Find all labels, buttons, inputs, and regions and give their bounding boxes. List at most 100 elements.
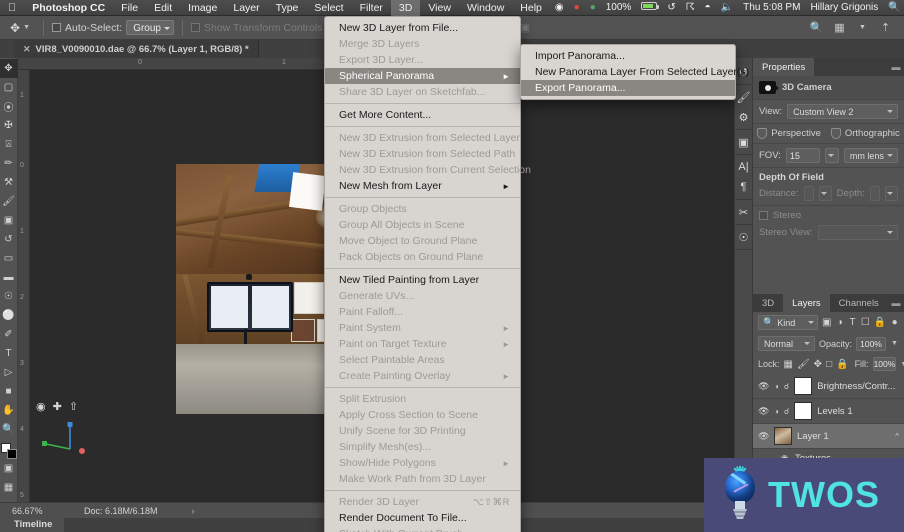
- zoom-level-label[interactable]: 66.67%: [0, 506, 70, 516]
- tab-layers[interactable]: Layers: [783, 294, 830, 312]
- filter-toggle-icon[interactable]: ●: [890, 316, 899, 330]
- shield-icon[interactable]: ●: [585, 0, 601, 16]
- depth-stepper[interactable]: [884, 186, 898, 201]
- tab-timeline[interactable]: Timeline: [0, 517, 65, 532]
- current-tool-move-icon[interactable]: ✥ ▼: [5, 21, 35, 35]
- crop-tool[interactable]: ⍓: [0, 135, 18, 154]
- vertical-ruler[interactable]: 1 0 1 2 3 4 5: [18, 70, 30, 502]
- menu-item-pack-objects-on-ground-plane[interactable]: Pack Objects on Ground Plane: [325, 249, 520, 265]
- collapse-icon[interactable]: ▬: [888, 58, 904, 76]
- menu-item-paint-on-target-texture[interactable]: Paint on Target Texture ►: [325, 336, 520, 352]
- menu-item-paint-system[interactable]: Paint System ►: [325, 320, 520, 336]
- volume-icon[interactable]: 🔈: [716, 0, 738, 16]
- distance-input[interactable]: [803, 186, 814, 201]
- link-icon[interactable]: ☌: [784, 382, 789, 391]
- path-selection-tool[interactable]: ▷: [0, 363, 18, 382]
- record-icon[interactable]: ●: [569, 0, 585, 16]
- menu-file[interactable]: File: [113, 0, 146, 16]
- dropbox-icon[interactable]: ◉: [550, 0, 569, 16]
- menu-layer[interactable]: Layer: [225, 0, 267, 16]
- quick-mask-tool[interactable]: ▣: [0, 459, 18, 478]
- distance-stepper[interactable]: [818, 186, 832, 201]
- blur-tool[interactable]: ☉: [0, 287, 18, 306]
- menu-item-new-tiled-painting-from-layer[interactable]: New Tiled Painting from Layer: [325, 272, 520, 288]
- menu-item-share-3d-layer-on-sketchfab[interactable]: Share 3D Layer on Sketchfab...: [325, 84, 520, 100]
- brush-presets-icon[interactable]: 🖌: [734, 87, 753, 107]
- timemachine-icon[interactable]: ↺: [662, 0, 680, 16]
- tab-properties[interactable]: Properties: [753, 58, 815, 76]
- depth-input[interactable]: [869, 186, 880, 201]
- brush-tool[interactable]: 🖌: [0, 192, 18, 211]
- menu-view[interactable]: View: [420, 0, 459, 16]
- auto-select-dropdown[interactable]: Group: [126, 20, 174, 35]
- filter-pixel-icon[interactable]: ▣: [822, 316, 831, 330]
- opacity-input[interactable]: 100%: [856, 336, 886, 351]
- eraser-tool[interactable]: ▭: [0, 249, 18, 268]
- adjustments-icon[interactable]: ⚙: [734, 107, 753, 127]
- quick-selection-tool[interactable]: ✠: [0, 116, 18, 135]
- menu-edit[interactable]: Edit: [146, 0, 180, 16]
- lock-image-icon[interactable]: 🖌: [797, 357, 810, 371]
- filter-kind-dropdown[interactable]: 🔍 Kind: [758, 315, 818, 330]
- share-icon[interactable]: ⇡: [878, 20, 893, 35]
- menu-image[interactable]: Image: [180, 0, 225, 16]
- menu-item-import-panorama[interactable]: Import Panorama...: [521, 48, 735, 64]
- menu-item-sketch-with-current-brush[interactable]: Sketch With Current Brush: [325, 526, 520, 532]
- menu-item-new-3d-layer-from-file[interactable]: New 3D Layer from File...: [325, 20, 520, 36]
- menu-item-generate-uvs[interactable]: Generate UVs...: [325, 288, 520, 304]
- menu-item-simplify-meshes[interactable]: Simplify Mesh(es)...: [325, 439, 520, 455]
- tab-3d[interactable]: 3D: [753, 294, 783, 312]
- menu-item-show-hide-polygons[interactable]: Show/Hide Polygons ►: [325, 455, 520, 471]
- filter-adjustment-icon[interactable]: ◑: [835, 316, 844, 330]
- document-tab[interactable]: ✕ VIR8_V0090010.dae @ 66.7% (Layer 1, RG…: [14, 40, 259, 58]
- menu-item-select-paintable-areas[interactable]: Select Paintable Areas: [325, 352, 520, 368]
- layer-visibility-icon[interactable]: 👁: [758, 406, 769, 417]
- filter-type-icon[interactable]: T: [848, 316, 857, 330]
- stereo-checkbox[interactable]: [759, 211, 768, 220]
- color-swatches[interactable]: [0, 443, 17, 459]
- fov-stepper-dropdown[interactable]: [824, 148, 839, 163]
- zoom-3d-icon[interactable]: ⇧: [69, 400, 78, 413]
- character-icon[interactable]: A|: [734, 157, 753, 177]
- axis-3d-widget[interactable]: ◉ ✚ ⇧: [36, 400, 106, 456]
- menu-item-merge-3d-layers[interactable]: Merge 3D Layers: [325, 36, 520, 52]
- menu-item-group-all-objects-in-scene[interactable]: Group All Objects in Scene: [325, 217, 520, 233]
- fill-input[interactable]: 100%: [872, 357, 897, 371]
- menu-item-new-3d-extrusion-from-selected-layer[interactable]: New 3D Extrusion from Selected Layer: [325, 130, 520, 146]
- menu-item-export-3d-layer[interactable]: Export 3D Layer...: [325, 52, 520, 68]
- menu-app-name[interactable]: Photoshop CC: [24, 0, 113, 16]
- opacity-stepper[interactable]: ▼: [890, 340, 899, 347]
- marquee-tool[interactable]: ▢: [0, 78, 18, 97]
- layer-visibility-icon[interactable]: 👁: [758, 431, 769, 442]
- view-dropdown[interactable]: Custom View 2: [787, 104, 898, 119]
- stereo-view-dropdown[interactable]: [817, 225, 898, 240]
- lock-transparent-icon[interactable]: ▦: [784, 357, 793, 371]
- menu-help[interactable]: Help: [512, 0, 550, 16]
- document-size-label[interactable]: Doc: 6.18M/6.18M: [70, 506, 195, 516]
- fov-input[interactable]: 15: [785, 148, 820, 163]
- clock-label[interactable]: Thu 5:08 PM: [738, 0, 805, 16]
- layer-thumbnail[interactable]: [774, 427, 792, 445]
- clone-stamp-tool[interactable]: ▣: [0, 211, 18, 230]
- menu-select[interactable]: Select: [306, 0, 351, 16]
- auto-select-checkbox[interactable]: [52, 23, 61, 32]
- menu-window[interactable]: Window: [459, 0, 512, 16]
- close-icon[interactable]: ✕: [23, 44, 31, 55]
- link-icon[interactable]: ☌: [784, 407, 789, 416]
- menu-item-apply-cross-section-to-scene[interactable]: Apply Cross Section to Scene: [325, 407, 520, 423]
- layer-mask-thumbnail[interactable]: [794, 402, 813, 420]
- orbit-3d-icon[interactable]: ◉: [36, 400, 46, 413]
- table-row[interactable]: 👁 ◑ ☌ Brightness/Contr...: [753, 374, 904, 399]
- table-row[interactable]: 👁 Layer 1 ^: [753, 424, 904, 449]
- collapse-icon[interactable]: ▬: [888, 294, 904, 312]
- table-row[interactable]: 👁 ◑ ☌ Levels 1: [753, 399, 904, 424]
- shape-tool[interactable]: ■: [0, 382, 18, 401]
- user-name-label[interactable]: Hillary Grigonis: [805, 0, 883, 16]
- workspace-icon[interactable]: ▦: [832, 20, 847, 35]
- menu-item-split-extrusion[interactable]: Split Extrusion: [325, 391, 520, 407]
- menu-3d[interactable]: 3D: [390, 0, 421, 16]
- bluetooth-icon[interactable]: ☈: [681, 0, 700, 16]
- styles-icon[interactable]: ▣: [734, 132, 753, 152]
- menu-item-new-mesh-from-layer[interactable]: New Mesh from Layer ►: [325, 178, 520, 194]
- show-transform-checkbox[interactable]: [191, 23, 200, 32]
